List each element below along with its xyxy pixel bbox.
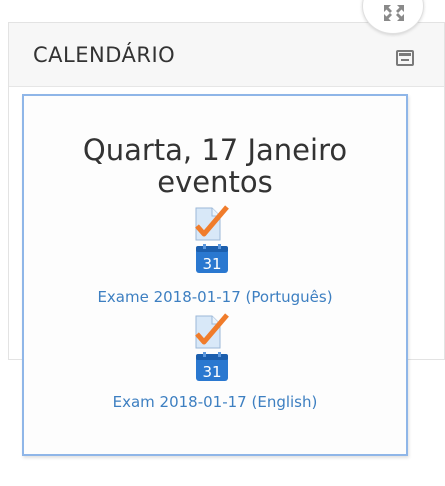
assignment-check-icon (195, 313, 229, 349)
day-events-popup: Quarta, 17 Janeiro eventos 31 Exame 2018… (22, 94, 408, 456)
calendar-icon: 31 (196, 244, 228, 273)
block-header: CALENDÁRIO (9, 23, 444, 87)
popup-date: Quarta, 17 Janeiro (82, 133, 348, 167)
assignment-check-icon (195, 205, 229, 241)
popup-title: Quarta, 17 Janeiro eventos (24, 134, 406, 198)
block-title: CALENDÁRIO (33, 43, 176, 67)
event-icon-group: 31 (194, 312, 230, 384)
calendar-icon: 31 (196, 352, 228, 381)
popup-subtitle: eventos (157, 165, 273, 199)
svg-text:31: 31 (202, 363, 221, 381)
event-link-portuguese[interactable]: Exame 2018-01-17 (Português) (24, 288, 406, 306)
svg-text:31: 31 (202, 255, 221, 273)
page: CALENDÁRIO Quarta, 17 Janeiro eventos 31… (0, 0, 445, 486)
collapse-block-icon[interactable] (396, 50, 414, 66)
expand-arrows-icon (384, 5, 404, 21)
event-link-english[interactable]: Exam 2018-01-17 (English) (24, 393, 406, 411)
event-icon-group: 31 (194, 204, 230, 276)
